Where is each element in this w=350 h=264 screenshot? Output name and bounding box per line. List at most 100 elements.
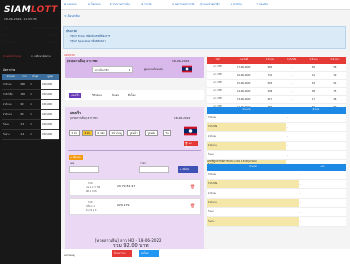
table-cell: 82 bbox=[303, 63, 324, 72]
table-cell: 3 ตัวบน bbox=[2, 80, 20, 90]
nav-item[interactable]: ↓ ฝากเงิน bbox=[230, 3, 241, 7]
tab-shoot[interactable]: ยิงเลข bbox=[110, 93, 121, 98]
logout-button[interactable]: ⏻ ออกจากระบบ bbox=[3, 55, 27, 60]
add-number-button[interactable]: + เพิ่มเลข bbox=[69, 155, 83, 160]
bet-option-button[interactable]: 2 ตัว bbox=[69, 130, 80, 136]
table-cell: 4.2 bbox=[19, 129, 30, 140]
logo[interactable]: SIAMLOTT bbox=[4, 5, 58, 15]
logo-text: SIAM bbox=[4, 5, 31, 15]
bet-option-button[interactable]: วิน bbox=[163, 130, 172, 136]
table-cell[interactable]: 100,000 bbox=[41, 109, 59, 120]
table-cell[interactable]: 100,000 bbox=[41, 99, 59, 110]
lottery-select[interactable]: ลาวเย็น HD ▾ bbox=[92, 66, 133, 73]
back-link[interactable]: < ย้อนกลับ bbox=[64, 14, 80, 19]
table-cell: 917 bbox=[259, 95, 281, 104]
lottery-name: [หวยลาวเย็น] ลาว HD bbox=[67, 59, 98, 63]
results-table: วันที่ งวดวันที่ 3 ตัวบน 3 ตัวโต๊ด 2 ตัวบน 2 … bbox=[207, 57, 346, 112]
table-cell: 982 bbox=[259, 63, 281, 72]
bet-option-button[interactable]: 19 ประตู bbox=[109, 130, 125, 136]
bet-row: 3 ตัว บน x 1 = 50 90 x 3 ตัว 29 79 82 97… bbox=[69, 179, 201, 196]
bet-option-button[interactable]: 6 กลับ bbox=[95, 130, 108, 136]
column-header: 3 ตัวโต๊ด bbox=[280, 57, 304, 64]
table-cell: - bbox=[298, 198, 346, 209]
table-cell[interactable]: 100,000 bbox=[41, 80, 59, 90]
nav-item[interactable]: ☷ โพยหวย bbox=[88, 3, 100, 7]
column-header: 2 ตัวบน bbox=[303, 57, 324, 64]
bet-option-button[interactable]: รูดหลัง bbox=[145, 130, 158, 136]
note-label: หมายเหตุ bbox=[64, 254, 75, 257]
table-row: ลาว HD 14-06-2022 208-08 75 bbox=[207, 87, 346, 96]
nav-item[interactable]: ★ รางวัล bbox=[141, 3, 151, 7]
column-header: วันที่ bbox=[207, 57, 228, 64]
table-cell: - bbox=[298, 207, 346, 218]
trash-icon[interactable]: 🗑 bbox=[190, 203, 195, 208]
divider bbox=[68, 150, 201, 151]
nav-item[interactable]: ≡ ผลการออกรางวัล bbox=[172, 3, 194, 7]
trash-icon[interactable]: 🗑 bbox=[190, 184, 195, 189]
table-cell: - bbox=[285, 150, 346, 161]
clear-button[interactable]: ล้างตาราง bbox=[112, 250, 132, 257]
info-role: Role Member bbox=[3, 33, 59, 37]
row-detail: 0 x 9 x 3 bbox=[86, 208, 97, 212]
table-row: 2 ตัวบน 90 1 100,000 bbox=[2, 99, 59, 110]
table-cell: 2 ตัวบน bbox=[2, 99, 20, 110]
submit-button[interactable]: ส่งโพย bbox=[139, 250, 159, 257]
table-cell: วิ่งบน bbox=[207, 207, 299, 218]
table-row: ลาว HD 13-06-2022 917-17 46 bbox=[207, 95, 346, 104]
history-link[interactable]: ดูผลหวยย้อนหลัง bbox=[144, 68, 163, 72]
table-cell: 90 bbox=[19, 99, 30, 110]
notice-item: กรุณา Spacebar เพื่อสลับแถว bbox=[70, 39, 106, 43]
nav-item[interactable]: ☰ แทงหวย bbox=[64, 3, 77, 7]
nav-item[interactable]: ☺ แนะนำสมาชิก bbox=[200, 3, 220, 7]
add-bill-button[interactable]: + เพิ่มบิล bbox=[178, 166, 198, 173]
bet-option-button[interactable]: รูดหน้า bbox=[127, 130, 141, 136]
summary-total: รวม 92.00 บาท bbox=[113, 243, 149, 249]
nav-item[interactable]: $ รายงานการเงิน bbox=[110, 3, 130, 7]
summary-bar bbox=[61, 249, 350, 264]
change-password-button[interactable]: ⚿ เปลี่ยนรหัสผ่าน bbox=[31, 55, 58, 60]
table-cell: 900 bbox=[19, 80, 30, 90]
table-cell: 17-06-2022 bbox=[228, 63, 260, 72]
table-cell: - bbox=[298, 216, 346, 227]
nav-label: รางวัล bbox=[144, 3, 152, 6]
table-cell: ลาว HD bbox=[207, 63, 228, 72]
table-cell: ลาว HD bbox=[207, 71, 228, 80]
tab-import[interactable]: ดึงโพย bbox=[126, 93, 138, 98]
table-row: วิ่งบน 3.2 1 100,000 bbox=[2, 119, 59, 130]
nav-item[interactable]: ↑ ถอนเงิน bbox=[256, 3, 268, 7]
table-cell: 46 bbox=[323, 95, 346, 104]
table-cell: 3.2 bbox=[19, 119, 30, 130]
table-cell[interactable]: 100,000 bbox=[41, 119, 59, 130]
bet-panel-subtitle: [หวยลาวเย็น] ลาว HD bbox=[70, 116, 98, 120]
table-cell: 2 ตัวบน bbox=[207, 188, 299, 199]
table-cell: ลาว HD bbox=[207, 95, 228, 104]
amount-input[interactable] bbox=[139, 166, 169, 173]
nav-label: ผลการออกรางวัล bbox=[175, 3, 195, 6]
table-cell: 58 bbox=[323, 63, 346, 72]
table-row: 2 ตัวบน - bbox=[207, 188, 346, 199]
nav-label: โพยหวย bbox=[91, 3, 101, 6]
table-cell: 75 bbox=[323, 87, 346, 96]
table-cell: - bbox=[285, 113, 346, 123]
table-row: 3 ตัวโต๊ด - bbox=[207, 122, 346, 133]
table-cell: 16-06-2022 bbox=[228, 71, 260, 80]
number-input[interactable] bbox=[69, 166, 99, 173]
table-cell: 3 ตัวโต๊ด bbox=[207, 122, 286, 133]
column-header: งวดวันที่ bbox=[228, 57, 260, 64]
table-cell: - bbox=[280, 95, 304, 104]
tab-quick[interactable]: แทงเร็ว bbox=[69, 93, 82, 98]
row-number: 029 279 bbox=[117, 203, 130, 207]
table-cell: 19 bbox=[323, 71, 346, 80]
table-cell[interactable]: 100,000 bbox=[41, 129, 59, 140]
tab-manual[interactable]: วิธีกดเอง bbox=[90, 93, 104, 98]
bet-option-button[interactable]: 3 ตัว bbox=[82, 130, 93, 136]
table-cell: - bbox=[298, 170, 346, 180]
table-cell[interactable]: 100,000 bbox=[41, 89, 59, 100]
nav-label: ถอนเงิน bbox=[259, 3, 268, 6]
row-detail: 90 x 3 ตัว bbox=[86, 189, 98, 193]
delete-all-button[interactable]: 🗑 ลบทั้งหมด bbox=[184, 141, 198, 149]
table-cell: 563 bbox=[259, 79, 281, 88]
table-row: ลาว HD 15-06-2022 563-63 02 bbox=[207, 79, 346, 88]
logo-accent: LOTT bbox=[30, 5, 58, 15]
table-row: 3 ตัวบน 900 1 100,000 bbox=[2, 80, 59, 90]
